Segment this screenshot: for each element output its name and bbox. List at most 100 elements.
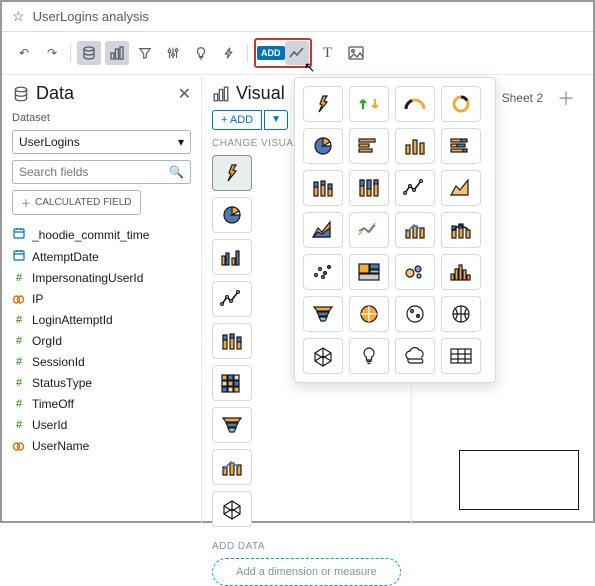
database-icon: [12, 85, 30, 103]
visual-type-clustered-bar[interactable]: [212, 239, 252, 275]
visual-type-histogram[interactable]: [441, 254, 481, 290]
visual-type-stacked-bar-h[interactable]: [441, 128, 481, 164]
field-item[interactable]: # LoginAttemptId: [12, 311, 191, 329]
data-icon[interactable]: [77, 41, 101, 65]
visuals-icon[interactable]: [105, 41, 129, 65]
field-label: ImpersonatingUserId: [32, 271, 143, 285]
visual-type-autograph[interactable]: [212, 155, 252, 191]
field-type-icon: #: [12, 314, 26, 326]
add-sheet-button[interactable]: ＋: [557, 85, 575, 111]
field-type-icon: [12, 295, 26, 304]
field-item[interactable]: _hoodie_commit_time: [12, 225, 191, 244]
field-item[interactable]: AttemptDate: [12, 247, 191, 266]
line-chart-icon[interactable]: [285, 41, 309, 65]
app-header: ☆ UserLogins analysis: [2, 2, 593, 32]
visual-type-funnel[interactable]: [303, 296, 343, 332]
close-icon[interactable]: ✕: [178, 84, 191, 104]
data-panel-title: Data: [12, 83, 74, 104]
visual-type-globe-filled[interactable]: [349, 296, 389, 332]
visual-type-insight[interactable]: [349, 338, 389, 374]
visual-type-area-stacked[interactable]: [303, 212, 343, 248]
field-label: LoginAttemptId: [32, 313, 113, 327]
toolbar: ↶ ↷ ADD ↖ T: [2, 32, 593, 75]
undo-icon[interactable]: ↶: [12, 41, 36, 65]
add-badge[interactable]: ADD: [257, 46, 285, 60]
app-title: UserLogins analysis: [33, 9, 149, 24]
visual-type-word-cloud[interactable]: [395, 338, 435, 374]
redo-icon[interactable]: ↷: [40, 41, 64, 65]
actions-icon[interactable]: [217, 41, 241, 65]
visual-type-heatmap[interactable]: [212, 365, 252, 401]
image-icon[interactable]: [344, 41, 368, 65]
field-item[interactable]: #ImpersonatingUserId: [12, 269, 191, 287]
sheet-tab[interactable]: Sheet 2: [502, 91, 543, 105]
visual-type-donut[interactable]: [441, 86, 481, 122]
visual-type-line[interactable]: [395, 170, 435, 206]
visual-type-combo[interactable]: [212, 449, 252, 485]
visual-type-multi-line[interactable]: [349, 212, 389, 248]
insights-icon[interactable]: [189, 41, 213, 65]
visual-type-globe[interactable]: [441, 296, 481, 332]
visual-type-polygon[interactable]: [212, 491, 252, 527]
visual-type-vertical-bar[interactable]: [395, 128, 435, 164]
field-item[interactable]: # TimeOff: [12, 395, 191, 413]
field-type-icon: #: [12, 398, 26, 410]
visual-type-table[interactable]: [441, 338, 481, 374]
text-icon[interactable]: T: [316, 41, 340, 65]
visual-type-stacked-100[interactable]: [349, 170, 389, 206]
visual-type-pie[interactable]: [303, 128, 343, 164]
visual-panel: Visual + ADD ▼ CHANGE VISUA ADD DATA Add…: [202, 75, 412, 524]
dataset-label: Dataset: [12, 112, 191, 124]
field-item[interactable]: IP: [12, 290, 191, 308]
visual-type-popup: [294, 77, 496, 383]
visual-type-horizontal-bar[interactable]: [349, 128, 389, 164]
visual-type-funnel[interactable]: [212, 407, 252, 443]
field-type-icon: [12, 249, 26, 264]
visual-type-geospatial[interactable]: [303, 338, 343, 374]
visual-type-gauge[interactable]: [395, 86, 435, 122]
visual-type-combo-stacked[interactable]: [441, 212, 481, 248]
visual-type-treemap[interactable]: [349, 254, 389, 290]
field-label: SessionId: [32, 355, 85, 369]
field-item[interactable]: UserName: [12, 437, 191, 455]
visual-type-bubble[interactable]: [395, 254, 435, 290]
field-type-icon: #: [12, 419, 26, 431]
add-insight-highlight: ADD ↖: [254, 38, 312, 68]
visual-type-scatter[interactable]: [303, 254, 343, 290]
favorite-star-icon[interactable]: ☆: [12, 8, 25, 25]
field-drop-zone[interactable]: Add a dimension or measure: [212, 558, 401, 586]
filter-icon[interactable]: [133, 41, 157, 65]
visual-type-combo[interactable]: [395, 212, 435, 248]
field-label: AttemptDate: [32, 250, 99, 264]
search-fields-input[interactable]: 🔍: [12, 160, 191, 184]
field-label: TimeOff: [32, 397, 74, 411]
visual-type-pie[interactable]: [212, 197, 252, 233]
add-visual-dropdown[interactable]: ▼: [264, 110, 288, 130]
visual-type-line[interactable]: [212, 281, 252, 317]
visual-type-kpi-updown[interactable]: [349, 86, 389, 122]
field-item[interactable]: # UserId: [12, 416, 191, 434]
visual-type-stacked-bar-v[interactable]: [303, 170, 343, 206]
visual-type-autograph[interactable]: [303, 86, 343, 122]
field-item[interactable]: #OrgId: [12, 332, 191, 350]
field-label: IP: [32, 292, 43, 306]
dataset-select[interactable]: UserLogins ▾: [12, 130, 191, 154]
add-data-label: ADD DATA: [212, 541, 401, 552]
field-label: UserId: [32, 418, 67, 432]
visual-type-stacked-bar[interactable]: [212, 323, 252, 359]
field-type-icon: [12, 227, 26, 242]
calculated-field-button[interactable]: ＋CALCULATED FIELD: [12, 190, 141, 215]
field-label: _hoodie_commit_time: [32, 228, 149, 242]
visual-type-area[interactable]: [441, 170, 481, 206]
add-visual-button[interactable]: + ADD: [212, 110, 262, 130]
field-type-icon: #: [12, 377, 26, 389]
field-item[interactable]: #StatusType: [12, 374, 191, 392]
sheet-tabs: Sheet 2 ＋: [492, 77, 585, 119]
parameters-icon[interactable]: [161, 41, 185, 65]
field-type-icon: #: [12, 335, 26, 347]
field-item[interactable]: #SessionId: [12, 353, 191, 371]
field-type-icon: [12, 442, 26, 451]
visual-type-globe-points[interactable]: [395, 296, 435, 332]
visual-placeholder[interactable]: [459, 450, 579, 510]
field-list: _hoodie_commit_timeAttemptDate#Impersona…: [12, 225, 191, 455]
